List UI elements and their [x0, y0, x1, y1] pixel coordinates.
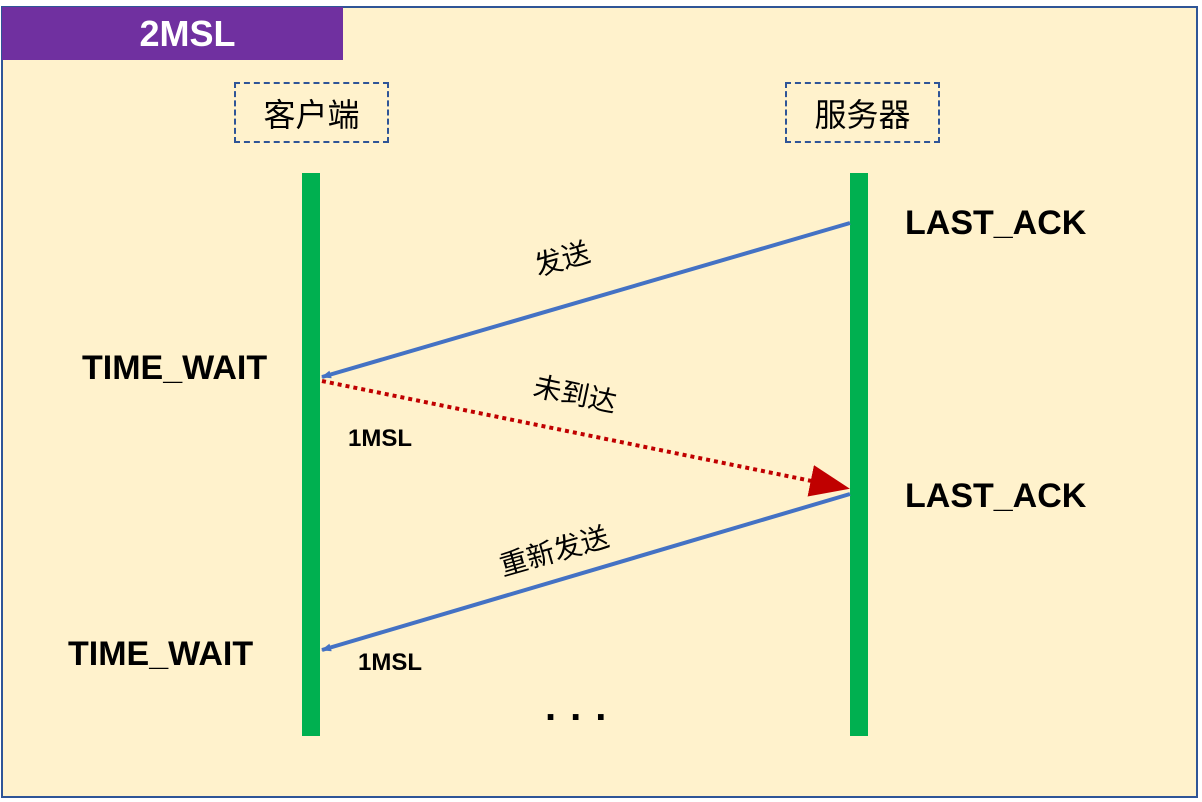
- server-lifeline: [850, 173, 868, 736]
- send-label: 发送: [531, 236, 594, 283]
- client-lifeline: [302, 173, 320, 736]
- not-arrived-label: 未到达: [531, 370, 620, 420]
- sequence-diagram: LAST_ACK LAST_ACK TIME_WAIT TIME_WAIT 1M…: [68, 173, 1087, 736]
- client-state-2: TIME_WAIT: [68, 635, 253, 673]
- server-state-2: LAST_ACK: [905, 477, 1087, 515]
- ellipsis: ...: [545, 685, 620, 729]
- client-state-1: TIME_WAIT: [82, 349, 267, 387]
- resend-arrow: [321, 492, 851, 652]
- server-state-1: LAST_ACK: [905, 204, 1087, 242]
- duration-label-2: 1MSL: [358, 649, 422, 676]
- duration-label-1: 1MSL: [348, 425, 412, 452]
- resend-label: 重新发送: [496, 520, 613, 583]
